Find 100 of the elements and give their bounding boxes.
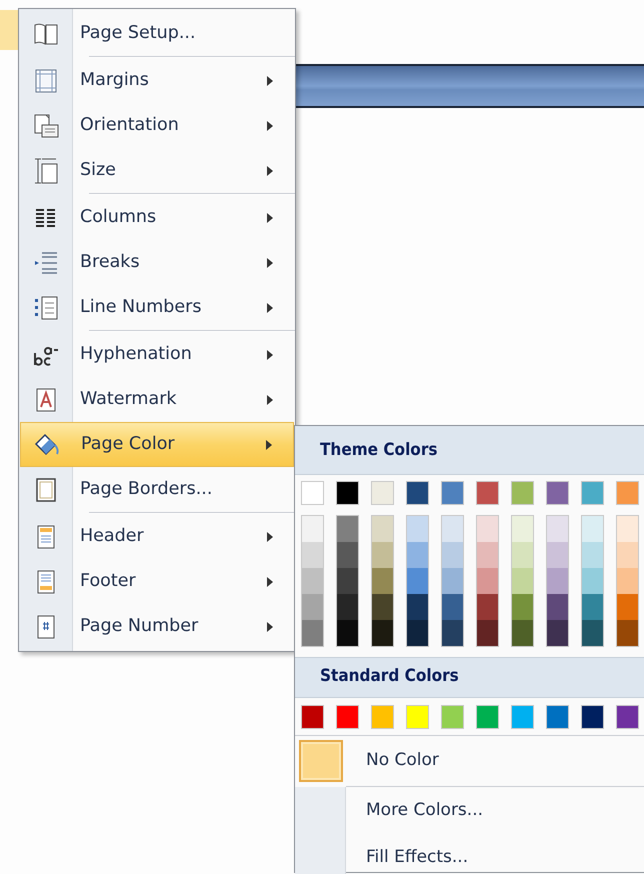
color-swatch[interactable] <box>406 480 429 504</box>
color-swatch[interactable] <box>337 620 358 646</box>
color-swatch[interactable] <box>442 516 463 542</box>
orientation-icon <box>32 112 60 140</box>
menu-item[interactable]: Header <box>19 514 295 559</box>
menu-item[interactable]: Size <box>19 148 295 193</box>
color-swatch[interactable] <box>302 568 323 594</box>
color-swatch[interactable] <box>582 542 603 568</box>
color-swatch[interactable] <box>546 480 569 504</box>
color-swatch[interactable] <box>372 516 393 542</box>
arrow-icon <box>266 302 274 314</box>
menu-item[interactable]: Line Numbers <box>19 285 295 330</box>
line-numbers-icon <box>32 294 60 322</box>
menu-item[interactable]: Orientation <box>19 103 295 148</box>
section-heading: Standard Colors <box>295 656 644 698</box>
color-swatch[interactable] <box>617 620 638 646</box>
color-swatch[interactable] <box>512 568 533 594</box>
color-swatch[interactable] <box>441 705 464 729</box>
arrow-icon <box>266 576 274 588</box>
color-swatch[interactable] <box>336 705 359 729</box>
arrow-icon <box>266 212 274 224</box>
color-swatch[interactable] <box>407 620 428 646</box>
color-swatch[interactable] <box>547 542 568 568</box>
color-swatch[interactable] <box>581 705 604 729</box>
color-swatch[interactable] <box>442 594 463 620</box>
menu-item[interactable]: Columns <box>19 195 295 240</box>
color-swatch[interactable] <box>301 480 324 504</box>
arrow-icon <box>265 438 273 450</box>
menu-item[interactable]: No Color <box>295 736 644 786</box>
color-swatch[interactable] <box>582 594 603 620</box>
color-swatch[interactable] <box>477 568 498 594</box>
arrow-icon <box>266 74 274 86</box>
menu-item[interactable]: Margins <box>19 58 295 103</box>
color-swatch[interactable] <box>617 542 638 568</box>
menu-item[interactable]: More Colors... <box>295 787 644 834</box>
color-swatch[interactable] <box>617 516 638 542</box>
arrow-icon <box>266 256 274 268</box>
color-swatch[interactable] <box>547 594 568 620</box>
color-swatch[interactable] <box>337 542 358 568</box>
color-swatch[interactable] <box>407 594 428 620</box>
color-swatch[interactable] <box>442 542 463 568</box>
color-swatch[interactable] <box>372 620 393 646</box>
color-swatch[interactable] <box>337 568 358 594</box>
color-swatch[interactable] <box>512 542 533 568</box>
color-swatch[interactable] <box>547 620 568 646</box>
color-swatch[interactable] <box>371 705 394 729</box>
menu-item[interactable]: Page Number <box>19 604 295 649</box>
color-swatch[interactable] <box>337 516 358 542</box>
color-swatch[interactable] <box>512 620 533 646</box>
color-swatch[interactable] <box>616 480 639 504</box>
color-swatch[interactable] <box>477 620 498 646</box>
color-swatch[interactable] <box>406 705 429 729</box>
menu-item[interactable]: Page Setup... <box>19 11 295 56</box>
color-swatch[interactable] <box>302 620 323 646</box>
color-swatch[interactable] <box>617 594 638 620</box>
color-swatch[interactable] <box>337 594 358 620</box>
color-swatch[interactable] <box>582 568 603 594</box>
color-swatch[interactable] <box>407 516 428 542</box>
color-swatch[interactable] <box>512 594 533 620</box>
color-swatch[interactable] <box>407 568 428 594</box>
page-size-icon <box>32 156 60 184</box>
menu-item[interactable]: Watermark <box>19 377 295 422</box>
menu-item[interactable]: Page Borders... <box>19 467 295 512</box>
arrow-icon <box>266 348 274 360</box>
color-swatch[interactable] <box>617 568 638 594</box>
color-swatch[interactable] <box>477 516 498 542</box>
color-swatch[interactable] <box>336 480 359 504</box>
color-swatch[interactable] <box>547 568 568 594</box>
arrow-icon <box>266 620 274 632</box>
color-swatch[interactable] <box>582 516 603 542</box>
arrow-icon <box>266 120 274 132</box>
color-swatch[interactable] <box>301 705 324 729</box>
color-swatch[interactable] <box>302 516 323 542</box>
color-swatch[interactable] <box>616 705 639 729</box>
color-swatch[interactable] <box>511 480 534 504</box>
color-swatch[interactable] <box>477 542 498 568</box>
color-swatch[interactable] <box>546 705 569 729</box>
color-swatch[interactable] <box>547 516 568 542</box>
color-swatch[interactable] <box>441 480 464 504</box>
color-swatch[interactable] <box>477 594 498 620</box>
color-swatch[interactable] <box>581 480 604 504</box>
menu-item[interactable]: Fill Effects... <box>295 834 644 874</box>
menu-item[interactable]: Page Color <box>20 422 294 467</box>
color-swatch[interactable] <box>372 542 393 568</box>
color-swatch[interactable] <box>442 568 463 594</box>
color-swatch[interactable] <box>476 480 499 504</box>
color-swatch[interactable] <box>407 542 428 568</box>
color-swatch[interactable] <box>302 594 323 620</box>
menu-item[interactable]: Footer <box>19 559 295 604</box>
color-swatch[interactable] <box>511 705 534 729</box>
menu-item[interactable]: Breaks <box>19 240 295 285</box>
menu-item[interactable]: Hyphenation <box>19 332 295 377</box>
color-swatch[interactable] <box>476 705 499 729</box>
color-swatch[interactable] <box>372 594 393 620</box>
color-swatch[interactable] <box>512 516 533 542</box>
color-swatch[interactable] <box>302 542 323 568</box>
color-swatch[interactable] <box>371 480 394 504</box>
color-swatch[interactable] <box>582 620 603 646</box>
color-swatch[interactable] <box>442 620 463 646</box>
color-swatch[interactable] <box>372 568 393 594</box>
